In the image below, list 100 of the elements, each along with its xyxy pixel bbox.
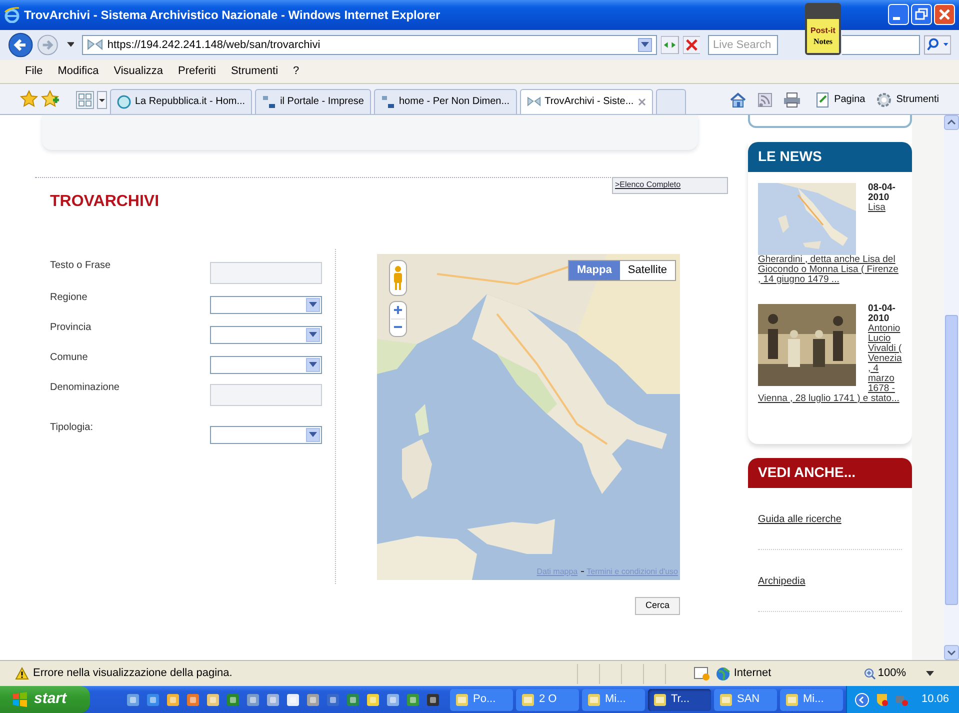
page-title: TROVARCHIVI <box>50 192 160 212</box>
back-button-icon[interactable] <box>8 32 34 58</box>
taskbar-button[interactable]: SAN <box>714 688 777 711</box>
app-icon[interactable] <box>406 692 420 707</box>
scroll-up-icon[interactable] <box>944 114 959 130</box>
zoom-icon[interactable] <box>864 668 876 680</box>
search-icon[interactable] <box>924 34 951 55</box>
zone-label: Internet <box>734 666 772 682</box>
app-icon[interactable] <box>286 692 300 707</box>
search-button[interactable]: Cerca <box>635 596 680 615</box>
tab-list-icon[interactable] <box>97 90 107 109</box>
section-header: LE NEWS <box>748 142 912 172</box>
dropdown-field[interactable] <box>210 326 322 344</box>
clock: 10.06 <box>921 692 949 708</box>
chevron-down-icon <box>309 362 317 368</box>
scroll-down-icon[interactable] <box>944 645 959 660</box>
app-icon <box>587 692 601 707</box>
chevron-down-icon <box>309 302 317 308</box>
list-link-button[interactable]: >Elenco Completo <box>612 176 728 194</box>
map-type-button[interactable]: Mappa <box>569 260 620 280</box>
stop-icon[interactable] <box>682 36 700 54</box>
printer-icon[interactable] <box>783 92 802 108</box>
shield-icon[interactable] <box>875 692 890 707</box>
page-menu-button[interactable]: Pagina <box>816 92 866 108</box>
section-header: VEDI ANCHE... <box>748 458 912 488</box>
app-icon[interactable] <box>346 692 360 707</box>
app-icon[interactable] <box>266 692 280 707</box>
dropdown-field[interactable] <box>210 426 322 444</box>
close-icon[interactable] <box>934 4 955 26</box>
dropdown-caret-icon[interactable] <box>66 42 74 48</box>
windows-logo-icon <box>12 692 28 708</box>
browser-tab[interactable]: home - Per Non Dimen... <box>374 88 517 114</box>
warning-icon[interactable] <box>15 667 29 680</box>
app-icon[interactable] <box>366 692 380 707</box>
chevron-down-icon <box>309 332 317 338</box>
app-icon[interactable] <box>166 692 180 707</box>
see-also-link[interactable]: Archipedia <box>758 576 806 587</box>
app-icon[interactable] <box>246 692 260 707</box>
favorites-star-icon[interactable] <box>20 90 38 108</box>
zoom-control-icon[interactable] <box>389 300 407 337</box>
dropdown-caret-icon[interactable] <box>641 42 650 48</box>
home-icon[interactable] <box>729 92 748 108</box>
browser-logo-icon <box>4 6 20 23</box>
dropdown-caret-icon[interactable] <box>926 671 934 676</box>
field-label: Denominazione <box>50 380 120 395</box>
postit-notes-widget[interactable]: Post-it Notes <box>805 3 841 55</box>
app-icon[interactable] <box>326 692 340 707</box>
news-link[interactable]: Lisa Gherardini , detta anche Lisa del Giocondo o Monna Lisa ( Firenze , 14 giugno 1479 ... <box>758 202 902 285</box>
tools-menu-button[interactable]: Strumenti <box>876 92 939 108</box>
app-icon[interactable] <box>206 692 220 707</box>
text-input[interactable] <box>210 384 322 406</box>
menu-item[interactable]: Visualizza <box>114 63 164 80</box>
minimize-icon[interactable] <box>888 4 909 26</box>
protected-mode-icon[interactable] <box>694 666 710 681</box>
start-button[interactable]: start <box>0 686 90 713</box>
field-label: Comune <box>50 350 89 365</box>
window-title: TrovArchivi - Sistema Archivistico Nazionale - Windows Internet Explorer <box>24 6 440 24</box>
restore-icon[interactable] <box>911 4 932 26</box>
refresh-icon[interactable] <box>661 36 679 54</box>
chevron-left-icon[interactable] <box>855 692 870 707</box>
field-label: Tipologia: <box>50 420 94 435</box>
scrollbar[interactable] <box>944 114 959 660</box>
close-tab-icon[interactable] <box>638 98 646 106</box>
field-label: Provincia <box>50 320 92 335</box>
app-icon[interactable] <box>126 692 140 707</box>
gear-icon <box>876 92 892 108</box>
address-field[interactable]: https://194.242.241.148/web/san/trovarchivi <box>82 34 658 55</box>
see-also-link[interactable]: Guida alle ricerche <box>758 514 842 525</box>
app-icon[interactable] <box>306 692 320 707</box>
app-icon[interactable] <box>186 692 200 707</box>
app-icon <box>653 692 667 707</box>
status-message: Errore nella visualizzazione della pagina. <box>33 666 232 682</box>
add-favorite-icon[interactable] <box>41 90 59 108</box>
app-icon[interactable] <box>226 692 240 707</box>
menu-item[interactable]: Preferiti <box>178 63 216 80</box>
text-input[interactable] <box>210 262 322 284</box>
dropdown-field[interactable] <box>210 356 322 374</box>
app-icon[interactable] <box>146 692 160 707</box>
app-icon[interactable] <box>386 692 400 707</box>
taskbar-button[interactable]: Po... <box>450 688 513 711</box>
menu-item[interactable]: Strumenti <box>230 63 278 80</box>
feeds-icon[interactable] <box>758 92 772 107</box>
menu-item[interactable]: ? <box>293 63 300 80</box>
field-label: Testo o Frase <box>50 258 112 273</box>
taskbar-button[interactable]: Mi... <box>780 688 843 711</box>
scrollbar-thumb[interactable] <box>945 314 958 605</box>
taskbar-button[interactable]: Tr... <box>648 688 711 711</box>
browser-tab[interactable]: TrovArchivi - Siste... <box>520 88 653 114</box>
menu-item[interactable]: File <box>25 63 43 80</box>
zoom-level[interactable]: 100% <box>878 665 906 682</box>
menu-item[interactable]: Modifica <box>58 63 99 80</box>
dropdown-field[interactable] <box>210 296 322 314</box>
taskbar-button[interactable]: Mi... <box>582 688 645 711</box>
taskbar-button[interactable]: 2 O <box>516 688 579 711</box>
app-icon[interactable] <box>426 692 440 707</box>
news-link[interactable]: Antonio Lucio Vivaldi ( Venezia , 4 marzo 1678 - Vienna , 28 luglio 1741 ) e stato... <box>758 324 902 404</box>
browser-tab[interactable]: il Portale - Imprese <box>255 88 371 114</box>
pegman-icon[interactable] <box>389 260 407 296</box>
browser-tab[interactable]: La Repubblica.it - Hom... <box>110 88 252 114</box>
field-label: Regione <box>50 290 88 305</box>
